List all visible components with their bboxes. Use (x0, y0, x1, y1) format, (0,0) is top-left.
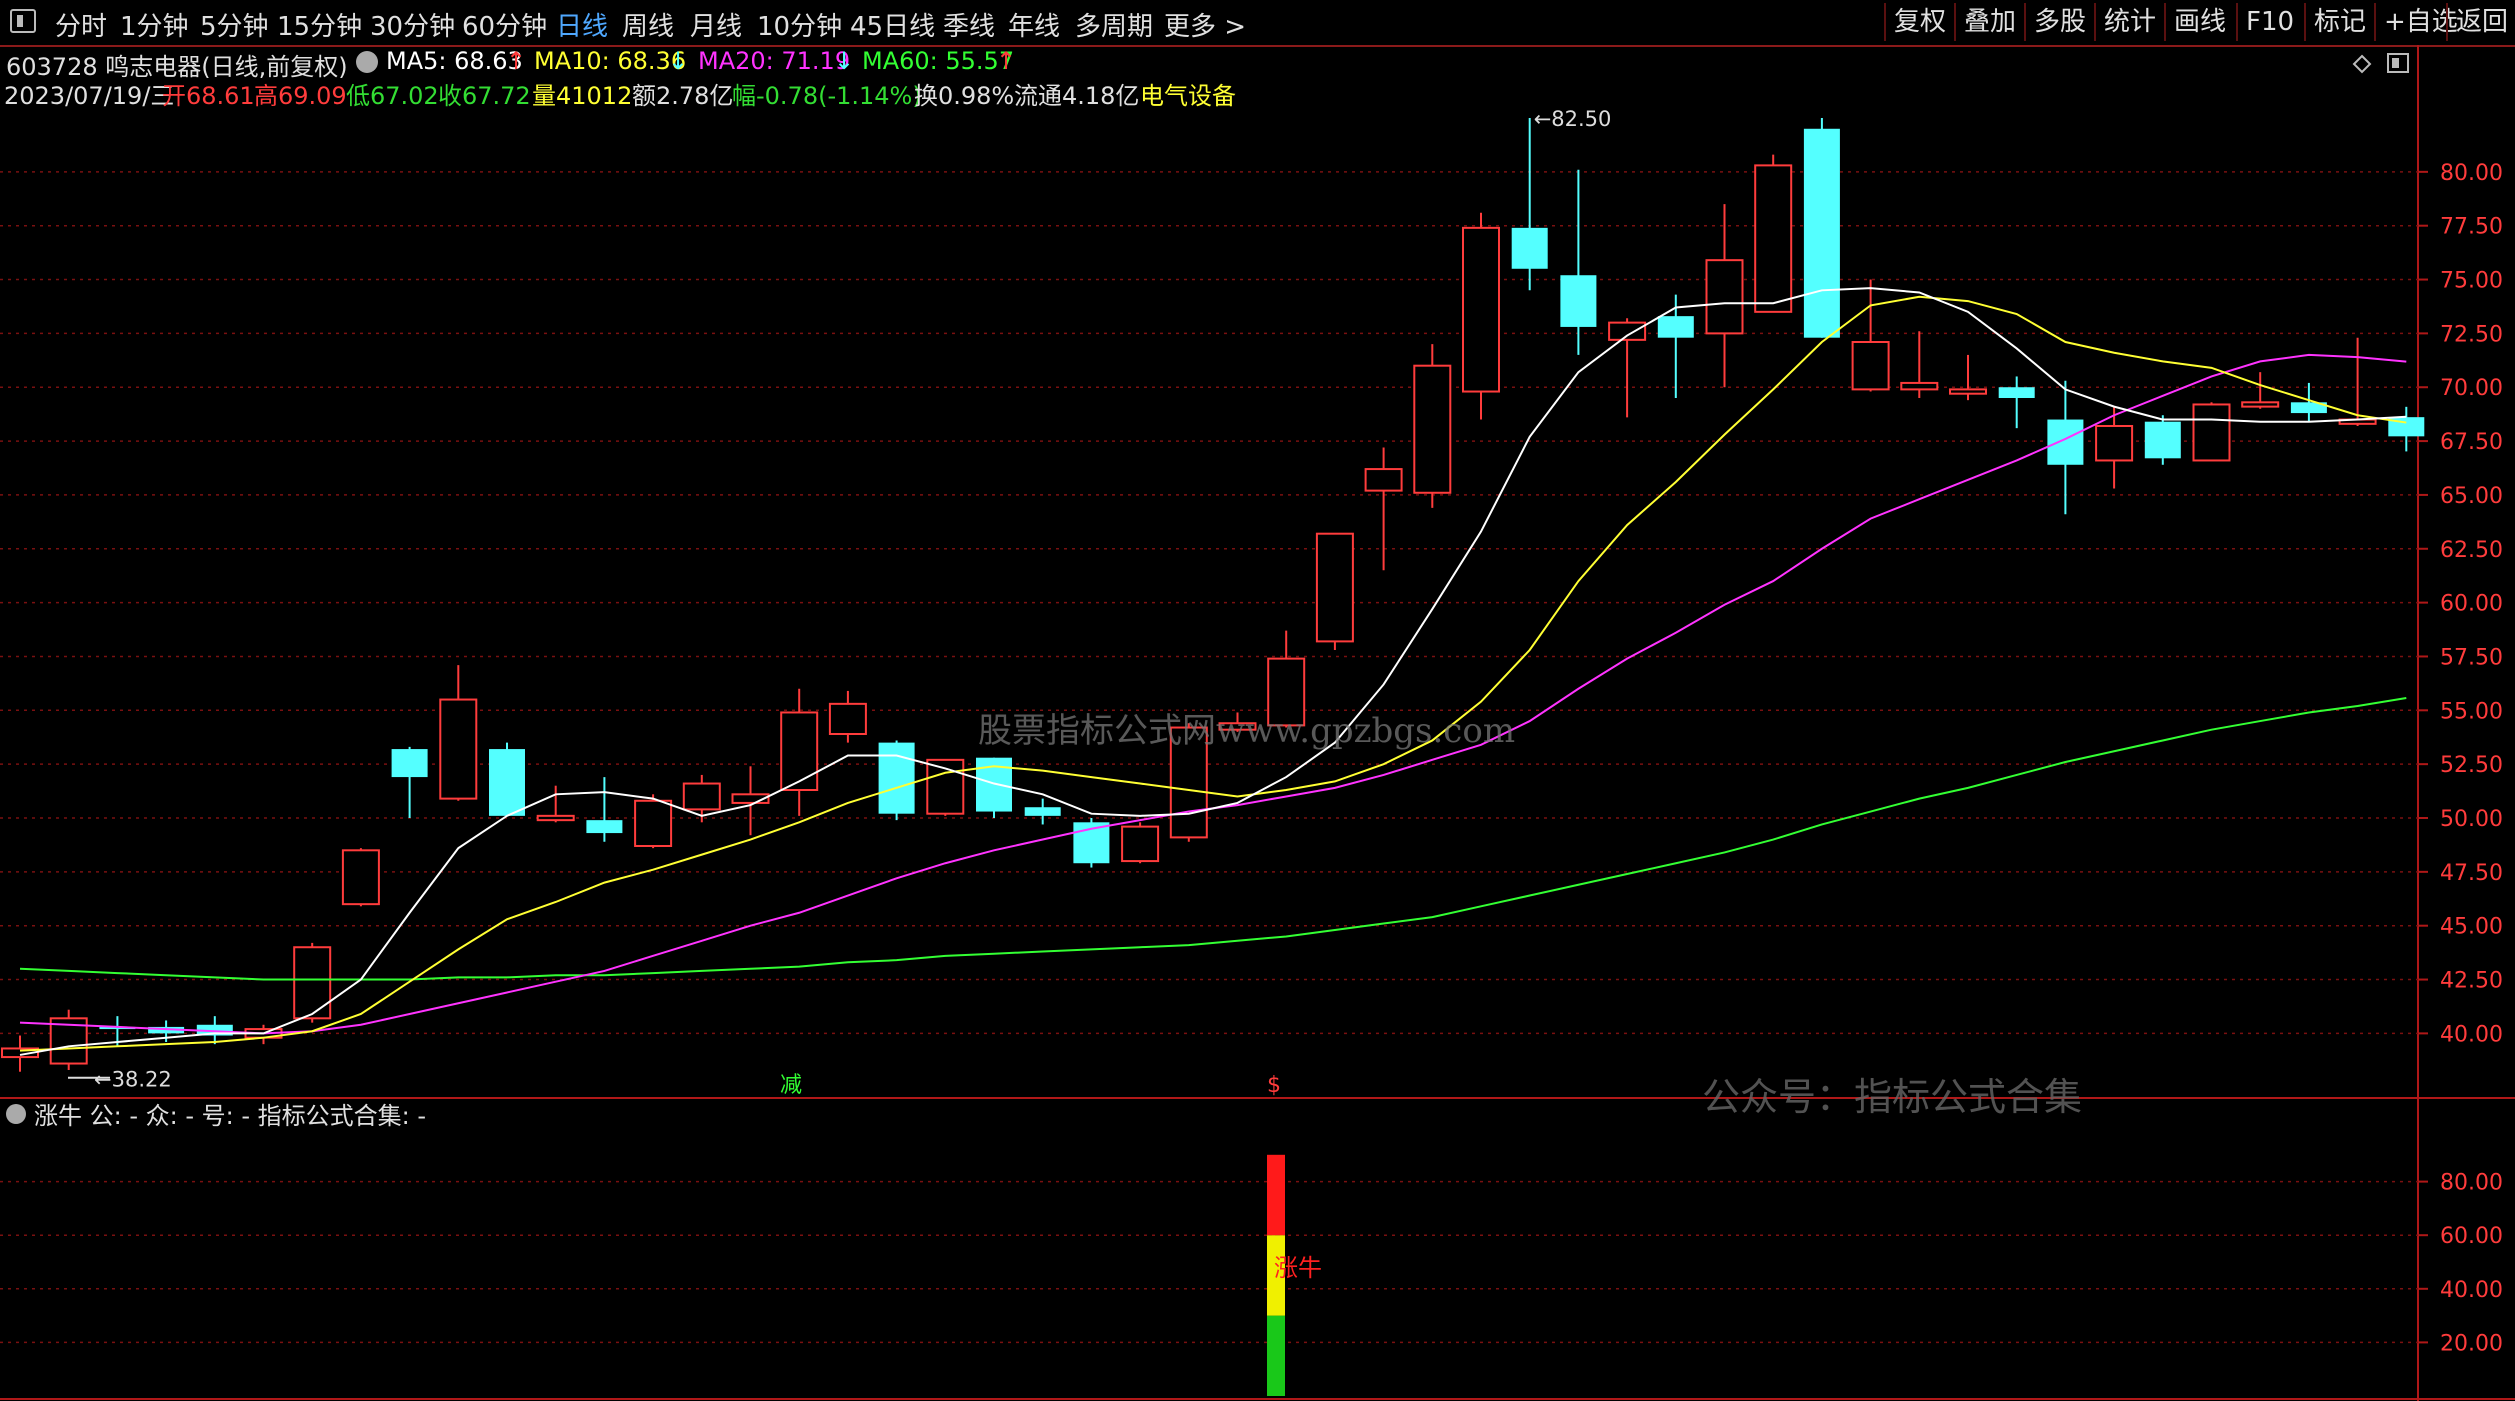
price-tick-label: 42.50 (2440, 969, 2503, 994)
price-tick-label: 70.00 (2440, 376, 2503, 401)
indicator-bar-segment (1267, 1315, 1285, 1396)
candle-body (439, 698, 478, 800)
price-tick-label: 77.50 (2440, 215, 2503, 240)
price-tick-label: 60.00 (2440, 592, 2503, 617)
price-tick-label: 55.00 (2440, 699, 2503, 724)
candle-body (2047, 419, 2084, 465)
candle-body (293, 946, 332, 1020)
window-icon-fill (2392, 58, 2399, 68)
indicator-tick-label: 40.00 (2440, 1278, 2503, 1303)
price-tick-label: 40.00 (2440, 1022, 2503, 1047)
candle-body (1803, 128, 1840, 338)
candle-body (682, 782, 721, 811)
candle-body (1900, 381, 1939, 391)
candle-body (828, 702, 867, 735)
buy-signal-mark: $ (1267, 1073, 1281, 1098)
candle-body (1851, 341, 1890, 391)
candle-body (1413, 364, 1452, 494)
ma10-line (19, 295, 2407, 1052)
diamond-icon[interactable] (2352, 54, 2372, 74)
candle-body (1998, 387, 2035, 398)
indicator-collapse-icon[interactable] (6, 1104, 26, 1124)
price-tick-label: 45.00 (2440, 915, 2503, 940)
price-tick-label: 72.50 (2440, 322, 2503, 347)
candle-body (1560, 275, 1597, 327)
candle-body (536, 814, 575, 822)
price-tick-label: 67.50 (2440, 430, 2503, 455)
indicator-bar-segment (1267, 1154, 1285, 1236)
sell-signal-mark: 减 (780, 1073, 802, 1098)
candle-body (1462, 226, 1500, 393)
candle-body (634, 799, 673, 847)
ma5-line (19, 287, 2407, 1056)
candle-body (586, 820, 623, 834)
watermark2-text: 公众号：指标公式合集 (1702, 1075, 2082, 1119)
candle-body (341, 849, 380, 906)
candle-body (1608, 321, 1647, 341)
indicator-bar-label: 涨牛 (1274, 1254, 1322, 1282)
candle-body (1121, 825, 1160, 863)
price-tick-label: 57.50 (2440, 645, 2503, 670)
candle-body (2095, 425, 2134, 462)
candle-body (1024, 807, 1061, 816)
price-tick-label: 80.00 (2440, 161, 2503, 186)
candle-body (1315, 532, 1354, 643)
candle-body (1949, 388, 1987, 395)
candle-body (2241, 401, 2280, 408)
price-tick-label: 52.50 (2440, 753, 2503, 778)
low-price-label: ←38.22 (94, 1068, 172, 1092)
candle-body (2144, 421, 2181, 459)
candle-body (878, 742, 915, 814)
high-price-label: ←82.50 (1534, 107, 1612, 131)
price-tick-label: 50.00 (2440, 807, 2503, 832)
candle-body (780, 711, 819, 792)
price-tick-label: 62.50 (2440, 538, 2503, 563)
price-tick-label: 47.50 (2440, 861, 2503, 886)
candle-body (1511, 227, 1548, 269)
candle-body (489, 749, 525, 816)
indicator-tick-label: 60.00 (2440, 1224, 2503, 1249)
indicator-tick-label: 80.00 (2440, 1171, 2503, 1196)
candle-body (2192, 403, 2231, 462)
candle-body (1705, 259, 1744, 335)
price-tick-label: 65.00 (2440, 484, 2503, 509)
price-tick-label: 75.00 (2440, 269, 2503, 294)
candle-body (1364, 468, 1403, 492)
indicator-title: 涨牛 公: - 众: - 号: - 指标公式合集: - (34, 1102, 426, 1130)
candle-body (1657, 316, 1694, 338)
kline-chart[interactable]: 80.00 77.50 75.00 72.50 70.00 67.50 65.00 62.50… (0, 0, 2515, 1401)
watermark-text: 股票指标公式网www.gpzbgs.com (978, 711, 1515, 751)
candle-body (391, 749, 428, 778)
candle-body (1754, 164, 1793, 313)
indicator-tick-label: 20.00 (2440, 1331, 2503, 1356)
